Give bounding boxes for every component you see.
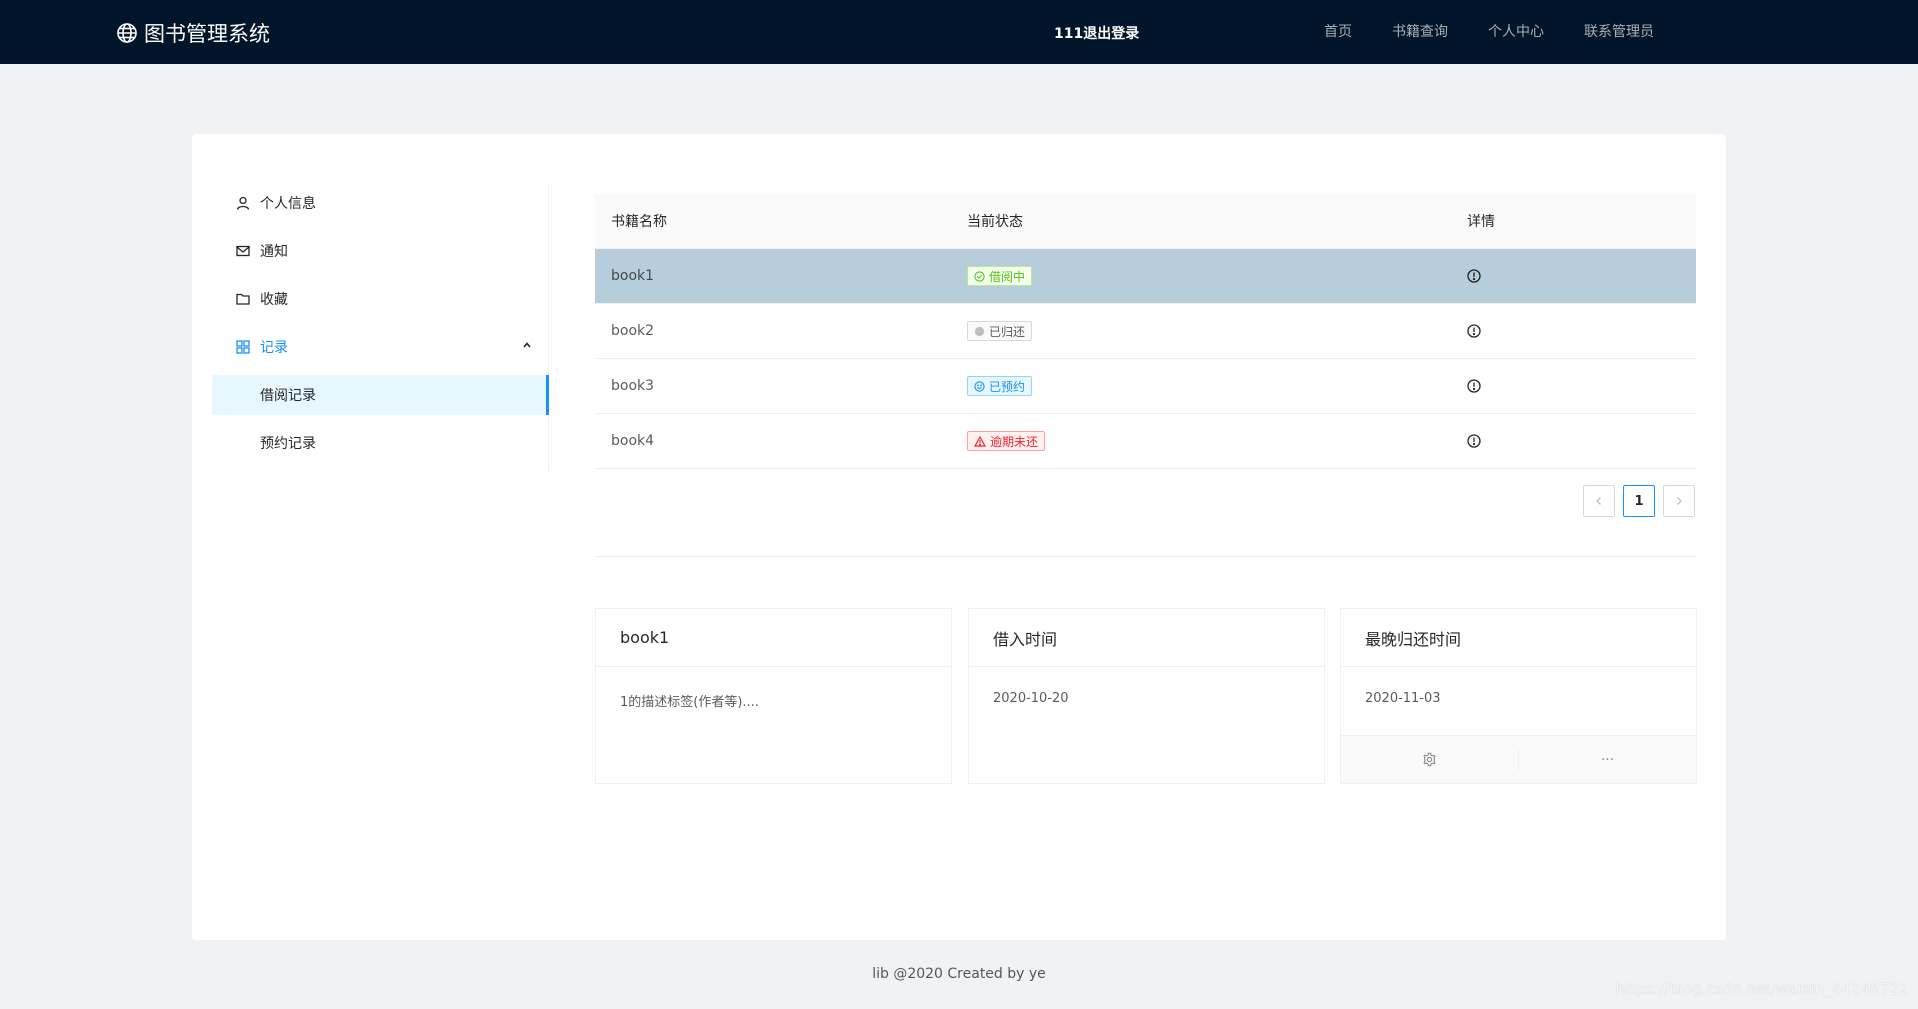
divider	[595, 556, 1696, 557]
book-name-cell: book4	[611, 433, 655, 449]
sidebar-item-records[interactable]: 记录	[212, 327, 548, 367]
card-title: 借入时间	[969, 609, 1324, 667]
status-cell: 借阅中	[951, 266, 1451, 286]
table-header: 书籍名称 当前状态 详情	[595, 194, 1696, 249]
sidebar-item-label: 通知	[260, 244, 288, 260]
sidebar-subitem-reserve-records[interactable]: 预约记录	[212, 423, 548, 463]
column-header-details: 详情	[1467, 214, 1495, 230]
smile-icon	[974, 380, 985, 392]
book-description: 1的描述标签(作者等)....	[620, 695, 759, 710]
book-name-cell: book2	[611, 323, 655, 339]
column-header-book-name: 书籍名称	[611, 214, 667, 230]
logo-text: 图书管理系统	[144, 22, 270, 46]
status-cell: 已预约	[951, 376, 1451, 396]
top-header: 图书管理系统 111退出登录 首页 书籍查询 个人中心 联系管理员	[0, 0, 1918, 64]
card-title: 最晚归还时间	[1341, 609, 1696, 667]
status-badge: 逾期未还	[967, 431, 1046, 451]
table-row[interactable]: book3 已预约	[595, 359, 1696, 414]
sidebar-item-label: 记录	[260, 340, 288, 356]
details-cell	[1451, 324, 1696, 338]
prev-page-button[interactable]	[1583, 485, 1615, 517]
nav-contact-admin[interactable]: 联系管理员	[1564, 0, 1674, 64]
sidebar-subitem-label: 借阅记录	[260, 388, 316, 404]
sidebar-menu: 个人信息 通知 收藏 记录 借阅记录 预约记录	[212, 183, 549, 471]
global-icon	[116, 22, 138, 44]
sidebar-subitem-label: 预约记录	[260, 436, 316, 452]
page-button-1[interactable]: 1	[1623, 485, 1655, 517]
sidebar-item-label: 收藏	[260, 292, 288, 308]
details-cell	[1451, 269, 1696, 283]
nav-book-search[interactable]: 书籍查询	[1372, 0, 1468, 64]
mail-icon	[236, 244, 250, 258]
more-button[interactable]: ···	[1518, 748, 1696, 771]
ellipsis-icon: ···	[1600, 751, 1615, 768]
status-cell: 逾期未还	[951, 431, 1451, 451]
table-row[interactable]: book4 逾期未还	[595, 414, 1696, 469]
records-table: 书籍名称 当前状态 详情 book1 借阅中 book2 已归还 book3 已…	[595, 194, 1696, 469]
table-row[interactable]: book2 已归还	[595, 304, 1696, 359]
logout-link[interactable]: 111退出登录	[1054, 23, 1139, 43]
status-cell: 已归还	[951, 321, 1451, 341]
pagination: 1	[1583, 485, 1695, 517]
status-badge: 借阅中	[967, 266, 1033, 286]
table-row[interactable]: book1 借阅中	[595, 249, 1696, 304]
status-text: 已归还	[989, 324, 1026, 339]
status-text: 借阅中	[989, 269, 1026, 284]
sidebar-item-profile[interactable]: 个人信息	[212, 183, 548, 223]
chevron-left-icon	[1594, 496, 1604, 506]
next-page-button[interactable]	[1663, 485, 1695, 517]
card-actions: ···	[1341, 735, 1696, 783]
check-circle-icon	[974, 270, 985, 282]
status-badge: 已预约	[967, 376, 1033, 396]
warning-icon	[974, 435, 986, 447]
exclamation-circle-icon[interactable]	[1467, 379, 1696, 393]
details-cell	[1451, 434, 1696, 448]
due-date: 2020-11-03	[1365, 691, 1441, 706]
settings-button[interactable]	[1341, 749, 1518, 771]
due-time-card: 最晚归还时间 2020-11-03 ···	[1340, 608, 1697, 784]
book-detail-card: book1 1的描述标签(作者等)....	[595, 608, 952, 784]
minus-circle-icon	[974, 326, 985, 337]
chevron-right-icon	[1674, 496, 1684, 506]
book-name-cell: book1	[611, 268, 655, 284]
chevron-up-icon	[522, 340, 532, 350]
folder-icon	[236, 292, 250, 306]
top-nav: 首页 书籍查询 个人中心 联系管理员	[1304, 0, 1674, 64]
sidebar-subitem-borrow-records[interactable]: 借阅记录	[212, 375, 549, 415]
status-text: 已预约	[989, 379, 1026, 394]
nav-personal-center[interactable]: 个人中心	[1468, 0, 1564, 64]
setting-icon	[1422, 752, 1437, 767]
sidebar-item-notifications[interactable]: 通知	[212, 231, 548, 271]
exclamation-circle-icon[interactable]	[1467, 434, 1696, 448]
book-name-cell: book3	[611, 378, 655, 394]
status-badge: 已归还	[967, 321, 1033, 341]
card-title: book1	[596, 609, 951, 667]
user-icon	[236, 196, 250, 210]
exclamation-circle-icon[interactable]	[1467, 269, 1696, 283]
sidebar-item-label: 个人信息	[260, 196, 316, 212]
borrow-time-card: 借入时间 2020-10-20	[968, 608, 1325, 784]
watermark: https://blog.csdn.net/weixin_44248722	[1615, 980, 1908, 998]
sidebar-item-favorites[interactable]: 收藏	[212, 279, 548, 319]
column-header-status: 当前状态	[967, 214, 1023, 230]
borrow-date: 2020-10-20	[993, 691, 1069, 706]
appstore-icon	[236, 340, 250, 354]
nav-home[interactable]: 首页	[1304, 0, 1372, 64]
details-cell	[1451, 379, 1696, 393]
exclamation-circle-icon[interactable]	[1467, 324, 1696, 338]
content-card: 个人信息 通知 收藏 记录 借阅记录 预约记录 书籍名称 当前状态 详情 boo…	[192, 134, 1726, 940]
logo[interactable]: 图书管理系统	[116, 18, 270, 48]
status-text: 逾期未还	[990, 434, 1039, 449]
